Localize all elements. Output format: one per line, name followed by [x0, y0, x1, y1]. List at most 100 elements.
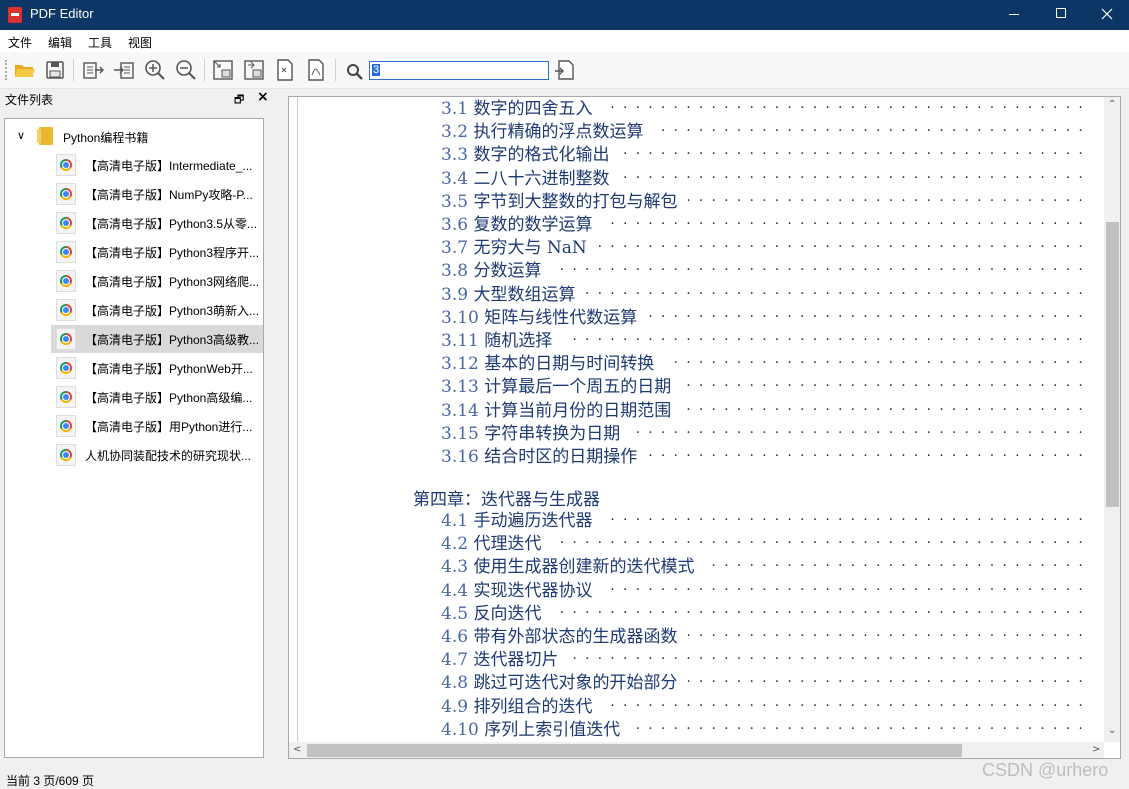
file-list-item[interactable]: 【高清电子版】Python3网络爬...	[51, 267, 263, 295]
toc-entry[interactable]: 4.6 带有外部状态的生成器函数........................…	[441, 622, 1091, 647]
maximize-button[interactable]	[1038, 0, 1084, 30]
file-list-item[interactable]: 【高清电子版】PythonWeb开...	[51, 354, 263, 382]
toc-title: 无穷大与 NaN	[473, 238, 587, 259]
toolbar-separator	[73, 59, 74, 81]
toc-leader-dots: ........................................…	[682, 397, 1091, 414]
toc-entry[interactable]: 3.8 分数运算................................…	[441, 256, 1091, 281]
toc-entry[interactable]: 3.2 执行精确的浮点数运算..........................…	[441, 117, 1091, 142]
toc-entry[interactable]: 4.8 跳过可迭代对象的开始部分........................…	[441, 668, 1091, 694]
toc-number: 3.9	[441, 284, 469, 305]
pdf-viewer[interactable]: 3.1 数字的四舍五入.............................…	[288, 96, 1121, 759]
chrome-pdf-icon	[56, 241, 76, 263]
toc-entry[interactable]: 4.4 实现迭代器协议.............................…	[441, 576, 1091, 601]
close-button[interactable]	[1084, 0, 1129, 30]
tree-folder[interactable]: ∨ Python编程书籍	[13, 127, 253, 149]
toc-entry[interactable]: 4.2 代理迭代................................…	[441, 529, 1091, 554]
import-text-icon[interactable]	[112, 58, 136, 82]
toc-entry[interactable]: 3.6 复数的数学运算.............................…	[441, 210, 1091, 235]
toc-number: 3.5	[441, 191, 469, 212]
file-list-item[interactable]: 人机协同装配技术的研究现状...	[51, 441, 263, 469]
page-edge	[297, 97, 298, 742]
toc-entry[interactable]: 4.3 使用生成器创建新的迭代模式.......................…	[441, 552, 1091, 577]
toc-entry[interactable]: 3.9 大型数组运算..............................…	[441, 280, 1091, 305]
menu-edit[interactable]: 编辑	[48, 34, 72, 51]
chevron-down-icon[interactable]: ∨	[17, 129, 25, 142]
toc-entry[interactable]: 3.10 矩阵与线性代数运算..........................…	[441, 303, 1091, 328]
toc-entry[interactable]: 3.13 计算最后一个周五的日期........................…	[441, 372, 1091, 397]
go-to-page-icon[interactable]	[552, 58, 576, 82]
file-list-item[interactable]: 【高清电子版】NumPy攻略-P...	[51, 180, 263, 208]
toc-entry[interactable]: 3.15 字符串转换为日期...........................…	[441, 419, 1091, 444]
toc-title: 字符串转换为日期	[484, 423, 621, 444]
toc-title: 字节到大整数的打包与解包	[473, 191, 678, 212]
pdf-convert-icon[interactable]	[304, 58, 328, 82]
toc-number: 3.14	[441, 400, 479, 421]
file-list-item[interactable]: 【高清电子版】Python3.5从零...	[51, 209, 263, 237]
toc-entry[interactable]: 4.7 迭代器切片...............................…	[441, 645, 1091, 670]
export-text-icon[interactable]	[81, 58, 105, 82]
toc-entry[interactable]: 4.10 序列上索引值迭代...........................…	[441, 715, 1091, 740]
toolbar-grip[interactable]	[5, 60, 9, 80]
menu-view[interactable]: 视图	[128, 34, 152, 51]
toc-entry[interactable]: 4.9 排列组合的迭代.............................…	[441, 692, 1091, 717]
file-list-item[interactable]: 【高清电子版】Python3萌新入...	[51, 296, 263, 324]
split-pdf-icon[interactable]	[273, 58, 297, 82]
toc-leader-dots: ........................................…	[688, 188, 1091, 205]
scroll-down-icon[interactable]: ⌄	[1108, 725, 1116, 736]
file-list-item[interactable]: 【高清电子版】Python3高级教...	[51, 325, 263, 353]
toc-number: 3.1	[441, 99, 469, 119]
toc-entry[interactable]: 4.5 反向迭代................................…	[441, 599, 1091, 624]
toc-entry[interactable]: 3.14 计算当前月份的日期范围........................…	[441, 396, 1091, 421]
extract-image-icon[interactable]	[211, 58, 235, 82]
file-list-item[interactable]: 【高清电子版】用Python进行...	[51, 412, 263, 440]
scroll-left-icon[interactable]: <	[293, 744, 301, 755]
scroll-right-icon[interactable]: >	[1092, 744, 1100, 755]
toc-entry[interactable]: 3.16 结合时区的日期操作..........................…	[441, 442, 1091, 467]
menu-file[interactable]: 文件	[8, 34, 32, 51]
toc-entry[interactable]: 3.11 随机选择...............................…	[441, 326, 1091, 351]
horizontal-scrollbar[interactable]: < >	[289, 742, 1104, 758]
toc-leader-dots: ........................................…	[597, 235, 1091, 252]
page-number-input[interactable]: 3	[369, 61, 549, 80]
toc-leader-dots: ........................................…	[603, 577, 1091, 594]
toc-entry[interactable]: 4.1 手动遍历迭代器.............................…	[441, 506, 1091, 531]
file-list-item[interactable]: 【高清电子版】Python高级编...	[51, 383, 263, 411]
open-folder-icon[interactable]	[13, 58, 37, 82]
toc-entry[interactable]: 3.7 无穷大与 NaN............................…	[441, 233, 1091, 259]
replace-image-icon[interactable]	[242, 58, 266, 82]
search-icon[interactable]	[343, 58, 367, 82]
zoom-in-icon[interactable]	[143, 58, 167, 82]
toc-leader-dots: ........................................…	[682, 374, 1091, 391]
toc-entry[interactable]: 3.1 数字的四舍五入.............................…	[441, 97, 1091, 119]
close-panel-icon[interactable]: ×	[257, 89, 269, 105]
toc-title: 计算当前月份的日期范围	[484, 400, 672, 421]
menu-tools[interactable]: 工具	[88, 34, 112, 51]
toc-number: 3.3	[441, 145, 469, 166]
float-panel-icon[interactable]: 🗗	[234, 91, 244, 110]
window-title: PDF Editor	[30, 6, 94, 21]
file-label: 【高清电子版】Python3高级教...	[85, 333, 260, 347]
chrome-pdf-icon	[56, 328, 76, 350]
file-list-panel-header: 文件列表 🗗 ×	[0, 89, 272, 107]
toc-entry[interactable]: 3.5 字节到大整数的打包与解包........................…	[441, 187, 1091, 212]
status-bar-text: 当前 3 页/609 页	[6, 774, 95, 788]
toc-entry[interactable]: 3.12 基本的日期与时间转换.........................…	[441, 349, 1091, 374]
zoom-out-icon[interactable]	[174, 58, 198, 82]
toc-entry[interactable]: 3.3 数字的格式化输出............................…	[441, 140, 1091, 166]
toc-title: 跳过可迭代对象的开始部分	[473, 673, 678, 694]
toc-title: 大型数组运算	[473, 284, 576, 305]
toc-entry[interactable]: 3.4 二八十六进制整数............................…	[441, 164, 1091, 189]
toc-leader-dots: ........................................…	[631, 420, 1091, 437]
file-tree: ∨ Python编程书籍 【高清电子版】Intermediate_... 【高清电…	[4, 118, 264, 758]
horizontal-scroll-thumb[interactable]	[307, 744, 962, 757]
vertical-scroll-thumb[interactable]	[1106, 222, 1119, 507]
vertical-scrollbar[interactable]: ⌃ ⌄	[1104, 97, 1120, 742]
scroll-up-icon[interactable]: ⌃	[1108, 99, 1116, 110]
minimize-button[interactable]	[991, 0, 1037, 30]
file-list-item[interactable]: 【高清电子版】Python3程序开...	[51, 238, 263, 266]
chrome-pdf-icon	[56, 444, 76, 466]
file-list-item[interactable]: 【高清电子版】Intermediate_...	[51, 151, 263, 179]
save-icon[interactable]	[43, 58, 67, 82]
toc-number: 4.6	[441, 627, 469, 647]
chrome-pdf-icon	[56, 270, 76, 292]
